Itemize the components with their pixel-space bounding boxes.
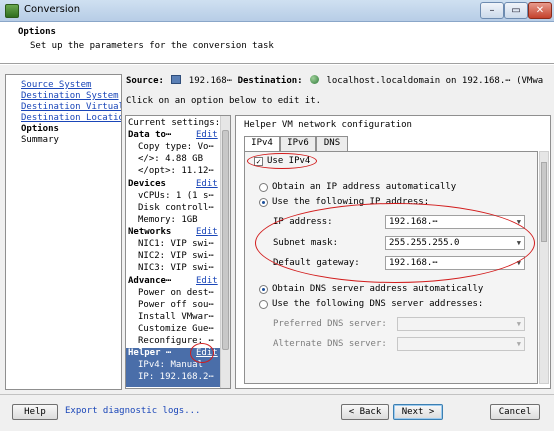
destination-value: localhost.localdomain on 192.168.⋯ (VMwa bbox=[326, 76, 544, 86]
chevron-down-icon[interactable]: ▼ bbox=[517, 216, 521, 228]
dns-manual-label: Use the following DNS server addresses: bbox=[272, 299, 484, 309]
preferred-dns-field[interactable]: ▼ bbox=[397, 317, 525, 331]
nav-item-destination-virtual-machine[interactable]: Destination Virtual M bbox=[21, 102, 121, 112]
page-subtitle: Set up the parameters for the conversion… bbox=[30, 41, 274, 51]
subnet-mask-field[interactable]: 255.255.255.0 ▼ bbox=[385, 236, 525, 250]
dns-auto-label: Obtain DNS server address automatically bbox=[272, 284, 484, 294]
ip-address-label: IP address: bbox=[273, 217, 333, 227]
next-button[interactable]: Next > bbox=[393, 404, 443, 420]
settings-item: </opt>: 11.12⋯ bbox=[138, 166, 214, 176]
ip-auto-radio[interactable] bbox=[259, 183, 268, 192]
page-title: Options bbox=[18, 27, 56, 37]
ipv4-tab-content: ✓ Use IPv4 Obtain an IP address automati… bbox=[244, 151, 538, 384]
dns-manual-radio[interactable] bbox=[259, 300, 268, 309]
settings-item: Memory: 1GB bbox=[138, 215, 198, 225]
dns-auto-radio[interactable] bbox=[259, 285, 268, 294]
settings-item: Power off sou⋯ bbox=[138, 300, 214, 310]
section-networks[interactable]: Networks Edit bbox=[126, 227, 222, 239]
chevron-down-icon: ▼ bbox=[516, 320, 521, 328]
ip-address-field[interactable]: 192.168.⋯ ▼ bbox=[385, 215, 525, 229]
use-ipv4-checkbox[interactable]: ✓ bbox=[254, 157, 263, 166]
app-icon bbox=[5, 4, 19, 18]
settings-item: NIC1: VIP swi⋯ bbox=[138, 239, 214, 249]
tab-ipv4[interactable]: IPv4 bbox=[244, 136, 280, 152]
settings-item: IPv4: Manual bbox=[138, 360, 204, 370]
settings-item: Reconfigure: ⋯ bbox=[138, 336, 214, 346]
ip-manual-radio[interactable] bbox=[259, 198, 268, 207]
host-icon bbox=[310, 75, 320, 84]
edit-networks-link[interactable]: Edit bbox=[196, 227, 218, 237]
scroll-thumb[interactable] bbox=[541, 162, 547, 242]
settings-item: NIC3: VIP swi⋯ bbox=[138, 263, 214, 273]
panel-title: Helper VM network configuration bbox=[244, 120, 412, 130]
settings-item: NIC2: VIP swi⋯ bbox=[138, 251, 214, 261]
settings-header: Current settings: bbox=[128, 118, 221, 128]
settings-item: Install VMwar⋯ bbox=[138, 312, 214, 322]
nav-item-destination-system[interactable]: Destination System bbox=[21, 91, 119, 101]
use-ipv4-label: Use IPv4 bbox=[267, 156, 311, 166]
current-settings-list: Current settings: Data to⋯ Edit Copy type… bbox=[125, 115, 231, 389]
title-bar: Conversion – ▭ ✕ bbox=[0, 0, 554, 22]
settings-item: Copy type: Vo⋯ bbox=[138, 142, 214, 152]
source-label: Source: bbox=[126, 76, 164, 86]
minimize-button[interactable]: – bbox=[480, 2, 504, 19]
section-data-to-copy[interactable]: Data to⋯ Edit bbox=[126, 130, 222, 142]
source-destination-line: Source: 192.168⋯ Destination: localhost.… bbox=[126, 75, 551, 89]
nav-item-summary: Summary bbox=[21, 135, 59, 145]
page-header: Options Set up the parameters for the co… bbox=[0, 22, 554, 64]
section-devices[interactable]: Devices Edit bbox=[126, 179, 222, 191]
ip-auto-label: Obtain an IP address automatically bbox=[272, 182, 457, 192]
destination-label: Destination: bbox=[237, 76, 303, 86]
settings-item: vCPUs: 1 (1 s⋯ bbox=[138, 191, 214, 201]
chevron-down-icon[interactable]: ▼ bbox=[517, 237, 521, 249]
preferred-dns-label: Preferred DNS server: bbox=[273, 319, 387, 329]
nav-item-destination-location[interactable]: Destination Location bbox=[21, 113, 121, 123]
helper-vm-network-panel: Helper VM network configuration IPv4 IPv… bbox=[235, 115, 551, 389]
wizard-steps-nav: Source System Destination System Destina… bbox=[5, 74, 122, 390]
settings-item: IP: 192.168.2⋯ bbox=[138, 372, 214, 382]
section-helper-vm-network[interactable]: Helper ⋯ Edit IPv4: Manual IP: 192.168.2⋯ bbox=[126, 348, 222, 387]
cancel-button[interactable]: Cancel bbox=[490, 404, 540, 420]
edit-data-to-copy-link[interactable]: Edit bbox=[196, 130, 218, 140]
edit-devices-link[interactable]: Edit bbox=[196, 179, 218, 189]
scroll-thumb[interactable] bbox=[222, 130, 229, 350]
maximize-button[interactable]: ▭ bbox=[504, 2, 528, 19]
window-title: Conversion bbox=[24, 4, 81, 15]
settings-item: Disk controll⋯ bbox=[138, 203, 214, 213]
click-hint: Click on an option below to edit it. bbox=[126, 96, 322, 106]
footer-bar: Help Export diagnostic logs... < Back Ne… bbox=[0, 394, 554, 431]
default-gateway-field[interactable]: 192.168.⋯ ▼ bbox=[385, 256, 525, 270]
ip-manual-label: Use the following IP address: bbox=[272, 197, 430, 207]
alternate-dns-label: Alternate DNS server: bbox=[273, 339, 387, 349]
source-value: 192.168⋯ bbox=[188, 76, 233, 86]
export-logs-link[interactable]: Export diagnostic logs... bbox=[65, 406, 200, 416]
settings-item: Customize Gue⋯ bbox=[138, 324, 214, 334]
help-button[interactable]: Help bbox=[12, 404, 58, 420]
chevron-down-icon: ▼ bbox=[516, 340, 521, 348]
panel-scrollbar[interactable] bbox=[539, 151, 549, 384]
tab-dns[interactable]: DNS bbox=[316, 136, 348, 151]
close-button[interactable]: ✕ bbox=[528, 2, 552, 19]
edit-helper-vm-network-link[interactable]: Edit bbox=[196, 348, 218, 358]
back-button[interactable]: < Back bbox=[341, 404, 389, 420]
nav-item-source-system[interactable]: Source System bbox=[21, 80, 91, 90]
settings-scrollbar[interactable] bbox=[220, 116, 230, 388]
settings-item: </>: 4.88 GB bbox=[138, 154, 204, 164]
settings-item: Power on dest⋯ bbox=[138, 288, 214, 298]
nav-item-options: Options bbox=[21, 124, 59, 134]
chevron-down-icon[interactable]: ▼ bbox=[517, 257, 521, 269]
edit-advanced-options-link[interactable]: Edit bbox=[196, 276, 218, 286]
alternate-dns-field[interactable]: ▼ bbox=[397, 337, 525, 351]
section-advanced-options[interactable]: Advance⋯ Edit bbox=[126, 276, 222, 288]
subnet-mask-label: Subnet mask: bbox=[273, 238, 339, 248]
computer-icon bbox=[171, 75, 182, 84]
default-gateway-label: Default gateway: bbox=[273, 258, 360, 268]
tab-ipv6[interactable]: IPv6 bbox=[280, 136, 316, 151]
